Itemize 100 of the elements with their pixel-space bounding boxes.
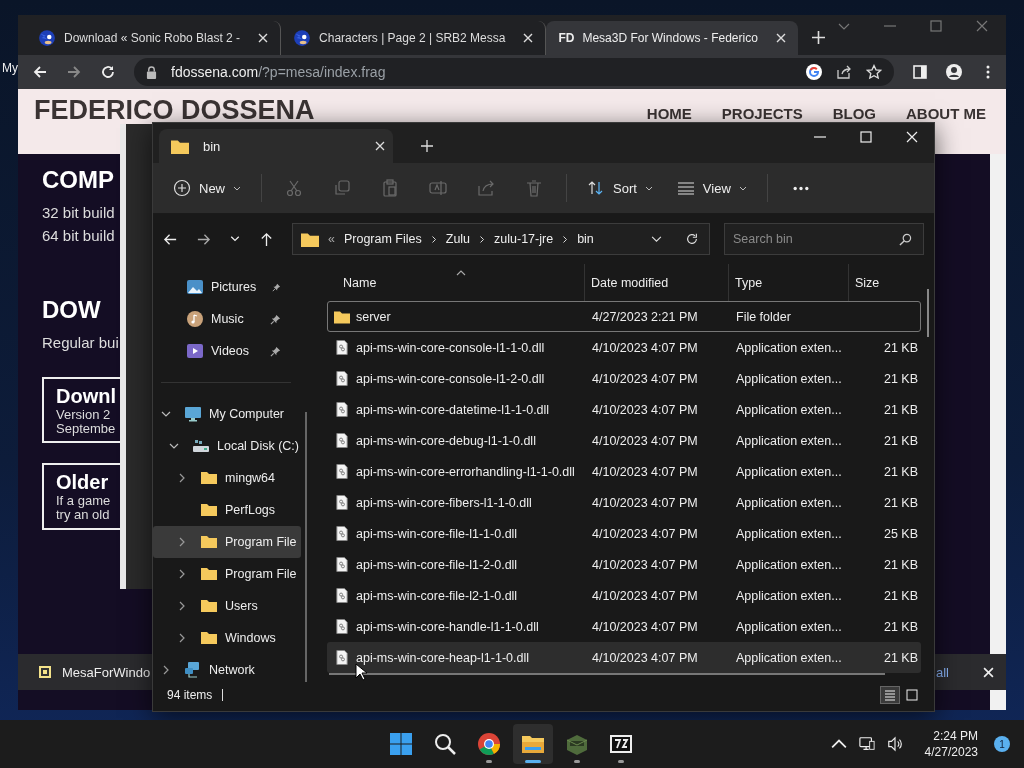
scrollbar[interactable] bbox=[990, 154, 1006, 710]
column-header[interactable]: Date modified bbox=[585, 264, 729, 301]
file-name: api-ms-win-core-datetime-l1-1-0.dll bbox=[356, 402, 550, 417]
sort-button[interactable]: Sort bbox=[577, 173, 663, 203]
nav-link[interactable]: PROJECTS bbox=[721, 95, 803, 122]
notification-badge[interactable]: 1 bbox=[994, 736, 1010, 752]
address-bar[interactable]: fdossena.com/?p=mesa/index.frag bbox=[134, 58, 894, 86]
chevron-icon[interactable] bbox=[430, 234, 437, 244]
pin-icon[interactable] bbox=[270, 345, 281, 357]
folder-icon bbox=[201, 502, 217, 518]
chevron-icon[interactable] bbox=[177, 601, 187, 611]
tree-item[interactable]: Users bbox=[153, 590, 301, 622]
chevron-icon[interactable] bbox=[177, 569, 187, 579]
caret-icon bbox=[233, 184, 241, 192]
column-header[interactable]: Size bbox=[849, 264, 919, 301]
breadcrumb-item[interactable]: zulu-17-jre bbox=[494, 232, 554, 246]
file-row[interactable]: api-ms-win-core-fibers-l1-1-0.dll 4/10/2023 4:07 PM Application exten... 21 KB bbox=[327, 487, 921, 518]
reload-icon[interactable] bbox=[100, 64, 116, 80]
caret-icon[interactable] bbox=[651, 235, 662, 243]
file-row[interactable]: api-ms-win-core-console-l1-1-0.dll 4/10/2023 4:07 PM Application exten... 21 KB bbox=[327, 332, 921, 363]
site-title[interactable]: FEDERICO DOSSENA bbox=[34, 95, 315, 126]
card-text: If a game bbox=[56, 494, 112, 508]
show-all-link[interactable]: all bbox=[936, 664, 949, 680]
network-icon[interactable] bbox=[858, 736, 875, 752]
chevron-icon[interactable] bbox=[177, 633, 187, 643]
address-bar[interactable]: « Program Files Zulu zulu-17-jre bin bbox=[292, 223, 710, 255]
more-icon[interactable] bbox=[791, 185, 810, 191]
tree-item[interactable]: mingw64 bbox=[153, 462, 301, 494]
plus-circle-icon bbox=[173, 179, 191, 197]
table-cell: 21 KB bbox=[883, 371, 918, 386]
table-cell: Application exten... bbox=[736, 464, 842, 479]
breadcrumb-item[interactable]: Program Files bbox=[343, 232, 422, 246]
tree-item[interactable]: PerfLogs bbox=[153, 494, 301, 526]
file-icon bbox=[334, 619, 350, 634]
back-icon[interactable] bbox=[32, 64, 48, 80]
chevron-icon[interactable] bbox=[161, 665, 171, 675]
sidebar-item[interactable]: Pictures bbox=[153, 271, 301, 303]
file-row[interactable]: api-ms-win-core-datetime-l1-1-0.dll 4/10/2023 4:07 PM Application exten... 21 KB bbox=[327, 394, 921, 425]
file-row[interactable]: api-ms-win-core-console-l1-2-0.dll 4/10/2023 4:07 PM Application exten... 21 KB bbox=[327, 363, 921, 394]
new-tab-icon[interactable] bbox=[811, 31, 825, 44]
clock-date[interactable]: 4/27/2023 bbox=[924, 744, 978, 761]
nav-link[interactable]: HOME bbox=[646, 95, 692, 122]
chevron-icon[interactable] bbox=[479, 234, 486, 244]
scrollbar[interactable] bbox=[329, 673, 885, 675]
file-row[interactable]: api-ms-win-core-heap-l1-1-0.dll 4/10/2023 4:07 PM Application exten... 21 KB bbox=[327, 642, 921, 673]
column-header[interactable]: Name bbox=[327, 264, 585, 301]
share-icon[interactable] bbox=[836, 64, 852, 80]
pin-icon[interactable] bbox=[272, 281, 281, 293]
file-row[interactable]: api-ms-win-core-file-l1-1-0.dll 4/10/2023 4:07 PM Application exten... 25 KB bbox=[327, 518, 921, 549]
tree-item[interactable]: Network bbox=[153, 654, 301, 683]
tree-item[interactable]: My Computer bbox=[153, 398, 301, 430]
sidebar-item[interactable]: Videos bbox=[153, 335, 301, 367]
table-cell: Application exten... bbox=[736, 588, 842, 603]
forward-icon[interactable] bbox=[66, 64, 82, 80]
star-icon[interactable] bbox=[866, 64, 882, 80]
tree-item[interactable]: Local Disk (C:) bbox=[153, 430, 301, 462]
details-view-button[interactable] bbox=[880, 686, 900, 704]
desktop-icon-label: My bbox=[2, 61, 18, 75]
drive-icon bbox=[193, 438, 209, 454]
search-field[interactable]: Search bin bbox=[724, 223, 924, 255]
download-file-name[interactable]: MesaForWindo bbox=[62, 664, 151, 680]
file-row[interactable]: api-ms-win-core-handle-l1-1-0.dll 4/10/2023 4:07 PM Application exten... 21 KB bbox=[327, 611, 921, 642]
chevron-icon[interactable] bbox=[161, 409, 171, 419]
new-tab-icon[interactable] bbox=[421, 140, 433, 152]
breadcrumb-item[interactable]: Zulu bbox=[445, 232, 471, 246]
tree-item[interactable]: Program File bbox=[153, 558, 301, 590]
file-row[interactable]: api-ms-win-core-errorhandling-l1-1-0.dll 4/10/2023 4:07 PM Application exten... 21 KB bbox=[327, 456, 921, 487]
chevron-icon[interactable] bbox=[562, 234, 569, 244]
chevron-icon[interactable] bbox=[177, 473, 187, 483]
browser-tab[interactable]: FD Mesa3D For Windows - Federico bbox=[546, 21, 798, 55]
nav-link[interactable]: BLOG bbox=[832, 95, 876, 122]
refresh-icon[interactable] bbox=[685, 232, 699, 246]
tree-item[interactable]: Program File bbox=[153, 526, 301, 558]
google-icon[interactable] bbox=[806, 64, 822, 80]
pin-icon[interactable] bbox=[270, 313, 281, 325]
nav-link[interactable]: ABOUT ME bbox=[906, 95, 986, 122]
tree-item[interactable]: Windows bbox=[153, 622, 301, 654]
file-name: api-ms-win-core-fibers-l1-1-0.dll bbox=[356, 495, 532, 510]
sidebar-item[interactable]: Music bbox=[153, 303, 301, 335]
explorer-tab[interactable]: bin bbox=[159, 129, 393, 163]
scrollbar[interactable] bbox=[305, 412, 307, 682]
volume-icon[interactable] bbox=[886, 736, 903, 752]
up-icon[interactable] bbox=[259, 231, 274, 247]
column-header[interactable]: Type bbox=[729, 264, 849, 301]
file-row[interactable]: api-ms-win-core-debug-l1-1-0.dll 4/10/2023 4:07 PM Application exten... 21 KB bbox=[327, 425, 921, 456]
file-row[interactable]: api-ms-win-core-file-l1-2-0.dll 4/10/2023 4:07 PM Application exten... 21 KB bbox=[327, 549, 921, 580]
folder-icon[interactable] bbox=[513, 724, 553, 764]
square-icon bbox=[906, 689, 918, 701]
scrollbar[interactable] bbox=[927, 289, 929, 337]
side-panel-icon[interactable] bbox=[912, 64, 928, 80]
table-cell: 21 KB bbox=[883, 402, 918, 417]
file-row[interactable]: server 4/27/2023 2:21 PM File folder bbox=[327, 301, 921, 332]
view-button[interactable]: View bbox=[666, 173, 757, 203]
breadcrumb-item[interactable]: bin bbox=[577, 232, 594, 246]
profile-icon[interactable] bbox=[946, 64, 962, 80]
new-button[interactable]: New bbox=[163, 173, 251, 203]
chevron-icon[interactable] bbox=[169, 441, 179, 451]
file-row[interactable]: api-ms-win-core-file-l2-1-0.dll 4/10/2023 4:07 PM Application exten... 21 KB bbox=[327, 580, 921, 611]
overflow-indicator[interactable]: « bbox=[328, 232, 335, 246]
clock-time[interactable]: 2:24 PM bbox=[933, 727, 978, 744]
